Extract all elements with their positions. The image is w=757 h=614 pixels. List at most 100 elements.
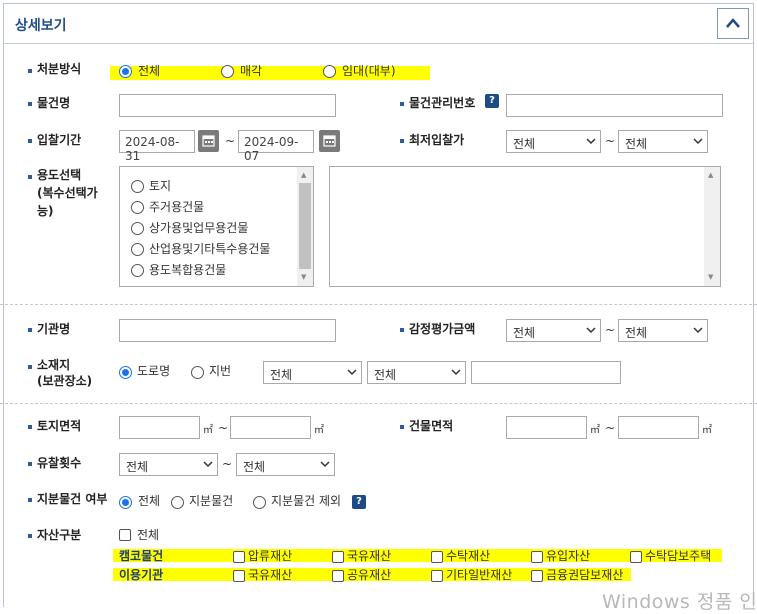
appraisal-label: 감정평가금액 <box>409 322 476 336</box>
share-radio-exclude[interactable] <box>253 496 266 509</box>
chevron-down-icon <box>347 369 357 376</box>
usage-label-line2: (복수선택가 <box>37 186 98 200</box>
land-area-label: 토지면적 <box>37 419 82 433</box>
usage-radio-industrial[interactable] <box>131 243 144 256</box>
help-icon[interactable]: ? <box>485 94 499 108</box>
usage-option: 상가용및업무용건물 <box>149 221 249 235</box>
scroll-up-arrow[interactable]: ▲ <box>301 171 306 179</box>
disposal-radio-sale[interactable] <box>221 65 234 78</box>
disposal-option-all: 전체 <box>138 64 161 78</box>
location-radio-road[interactable] <box>119 366 132 379</box>
usage-list[interactable]: 토지 주거용건물 상가용및업무용건물 산업용및기타특수용건물 용도복합용건물 ▲… <box>119 166 314 287</box>
asset-group2-checkbox-2[interactable] <box>332 570 344 582</box>
bid-start-date-input[interactable]: 2024-08-31 <box>119 130 195 163</box>
usage-option: 산업용및기타특수용건물 <box>149 242 271 256</box>
section-divider <box>0 403 757 404</box>
bullet <box>28 69 32 73</box>
agency-input[interactable] <box>119 319 336 342</box>
disposal-label: 처분방식 <box>37 62 82 76</box>
asset-group1-checkbox-5[interactable] <box>630 551 642 563</box>
building-area-to-input[interactable] <box>618 416 699 439</box>
asset-group2-item: 기타일반재산 <box>446 568 513 582</box>
asset-group1-item: 국유재산 <box>347 549 392 563</box>
appraisal-to-select[interactable]: 전체 <box>618 319 708 342</box>
chevron-down-icon <box>693 327 703 334</box>
range-separator: ~ <box>605 134 616 148</box>
location-radio-lot[interactable] <box>191 366 204 379</box>
failed-count-to-select[interactable]: 전체 <box>236 453 335 476</box>
building-area-label: 건물면적 <box>409 419 454 433</box>
item-name-input[interactable] <box>119 94 336 117</box>
bid-end-date-input[interactable]: 2024-09-07 <box>238 130 314 163</box>
asset-group1-item: 유입자산 <box>546 549 591 563</box>
asset-group2-checkbox-3[interactable] <box>431 570 443 582</box>
usage-scrollbar[interactable]: ▲ ▼ <box>297 167 313 286</box>
location-option-lot: 지번 <box>209 364 232 378</box>
location-district-value: 전체 <box>374 368 397 382</box>
scroll-thumb[interactable] <box>299 183 311 269</box>
location-region-select[interactable]: 전체 <box>263 361 362 384</box>
windows-activation-watermark: Windows 정품 인 <box>602 591 757 613</box>
item-mgmt-no-input[interactable] <box>506 94 723 117</box>
appraisal-to-value: 전체 <box>625 326 648 340</box>
disposal-option-sale: 매각 <box>240 64 263 78</box>
range-separator: ~ <box>605 323 616 337</box>
selected-list-scrollbar[interactable]: ▲ ▼ <box>704 167 720 286</box>
bullet <box>28 328 32 332</box>
failed-count-from-select[interactable]: 전체 <box>119 453 218 476</box>
building-area-from-input[interactable] <box>506 416 587 439</box>
bullet <box>400 102 404 106</box>
location-district-select[interactable]: 전체 <box>367 361 466 384</box>
scroll-down-arrow[interactable]: ▼ <box>301 273 306 281</box>
usage-radio-mixed[interactable] <box>131 264 144 277</box>
share-radio-share[interactable] <box>171 496 184 509</box>
asset-group2-item: 국유재산 <box>248 568 293 582</box>
land-area-from-input[interactable] <box>119 416 200 439</box>
asset-group1-checkbox-3[interactable] <box>431 551 443 563</box>
scroll-down-arrow[interactable]: ▼ <box>708 273 713 281</box>
range-separator: ~ <box>218 421 229 435</box>
asset-group2-checkbox-4[interactable] <box>531 570 543 582</box>
chevron-down-icon <box>693 138 703 145</box>
appraisal-from-select[interactable]: 전체 <box>506 319 601 342</box>
collapse-button[interactable] <box>717 8 749 39</box>
asset-group1-checkbox-1[interactable] <box>233 551 245 563</box>
usage-radio-residential[interactable] <box>131 201 144 214</box>
bid-start-calendar-button[interactable] <box>198 130 219 152</box>
bid-end-calendar-button[interactable] <box>319 130 340 152</box>
usage-selected-list[interactable]: ▲ ▼ <box>329 166 721 287</box>
location-detail-input[interactable] <box>471 361 621 384</box>
share-radio-all[interactable] <box>119 496 132 509</box>
disposal-radio-all[interactable] <box>119 65 132 78</box>
min-bid-to-select[interactable]: 전체 <box>618 130 708 153</box>
bid-period-label: 입찰기간 <box>37 133 82 147</box>
asset-label: 자산구분 <box>37 528 82 542</box>
help-icon[interactable]: ? <box>352 495 366 509</box>
calendar-icon <box>202 135 215 147</box>
land-area-to-input[interactable] <box>230 416 311 439</box>
asset-group2-checkbox-1[interactable] <box>233 570 245 582</box>
bid-end-date: 2024-09-07 <box>244 135 299 163</box>
usage-label-line3: 능) <box>37 204 54 218</box>
disposal-radio-lease[interactable] <box>323 65 336 78</box>
asset-all-checkbox[interactable] <box>119 529 131 541</box>
panel-header: 상세보기 <box>4 4 753 44</box>
asset-group1-checkbox-4[interactable] <box>531 551 543 563</box>
bullet <box>28 102 32 106</box>
asset-group1-checkbox-2[interactable] <box>332 551 344 563</box>
share-label: 지분물건 여부 <box>37 492 108 506</box>
usage-option: 주거용건물 <box>149 200 205 214</box>
usage-option: 용도복합용건물 <box>149 263 227 277</box>
scroll-up-arrow[interactable]: ▲ <box>708 171 713 179</box>
usage-radio-land[interactable] <box>131 180 144 193</box>
chevron-down-icon <box>203 461 213 468</box>
item-name-label: 물건명 <box>37 96 71 110</box>
min-bid-from-select[interactable]: 전체 <box>506 130 601 153</box>
bullet <box>28 462 32 466</box>
section-divider <box>0 304 757 305</box>
usage-radio-commercial[interactable] <box>131 222 144 235</box>
building-area-unit: ㎡ <box>590 425 600 436</box>
panel-title: 상세보기 <box>15 18 67 34</box>
chevron-down-icon <box>320 461 330 468</box>
asset-all-label: 전체 <box>137 528 160 542</box>
